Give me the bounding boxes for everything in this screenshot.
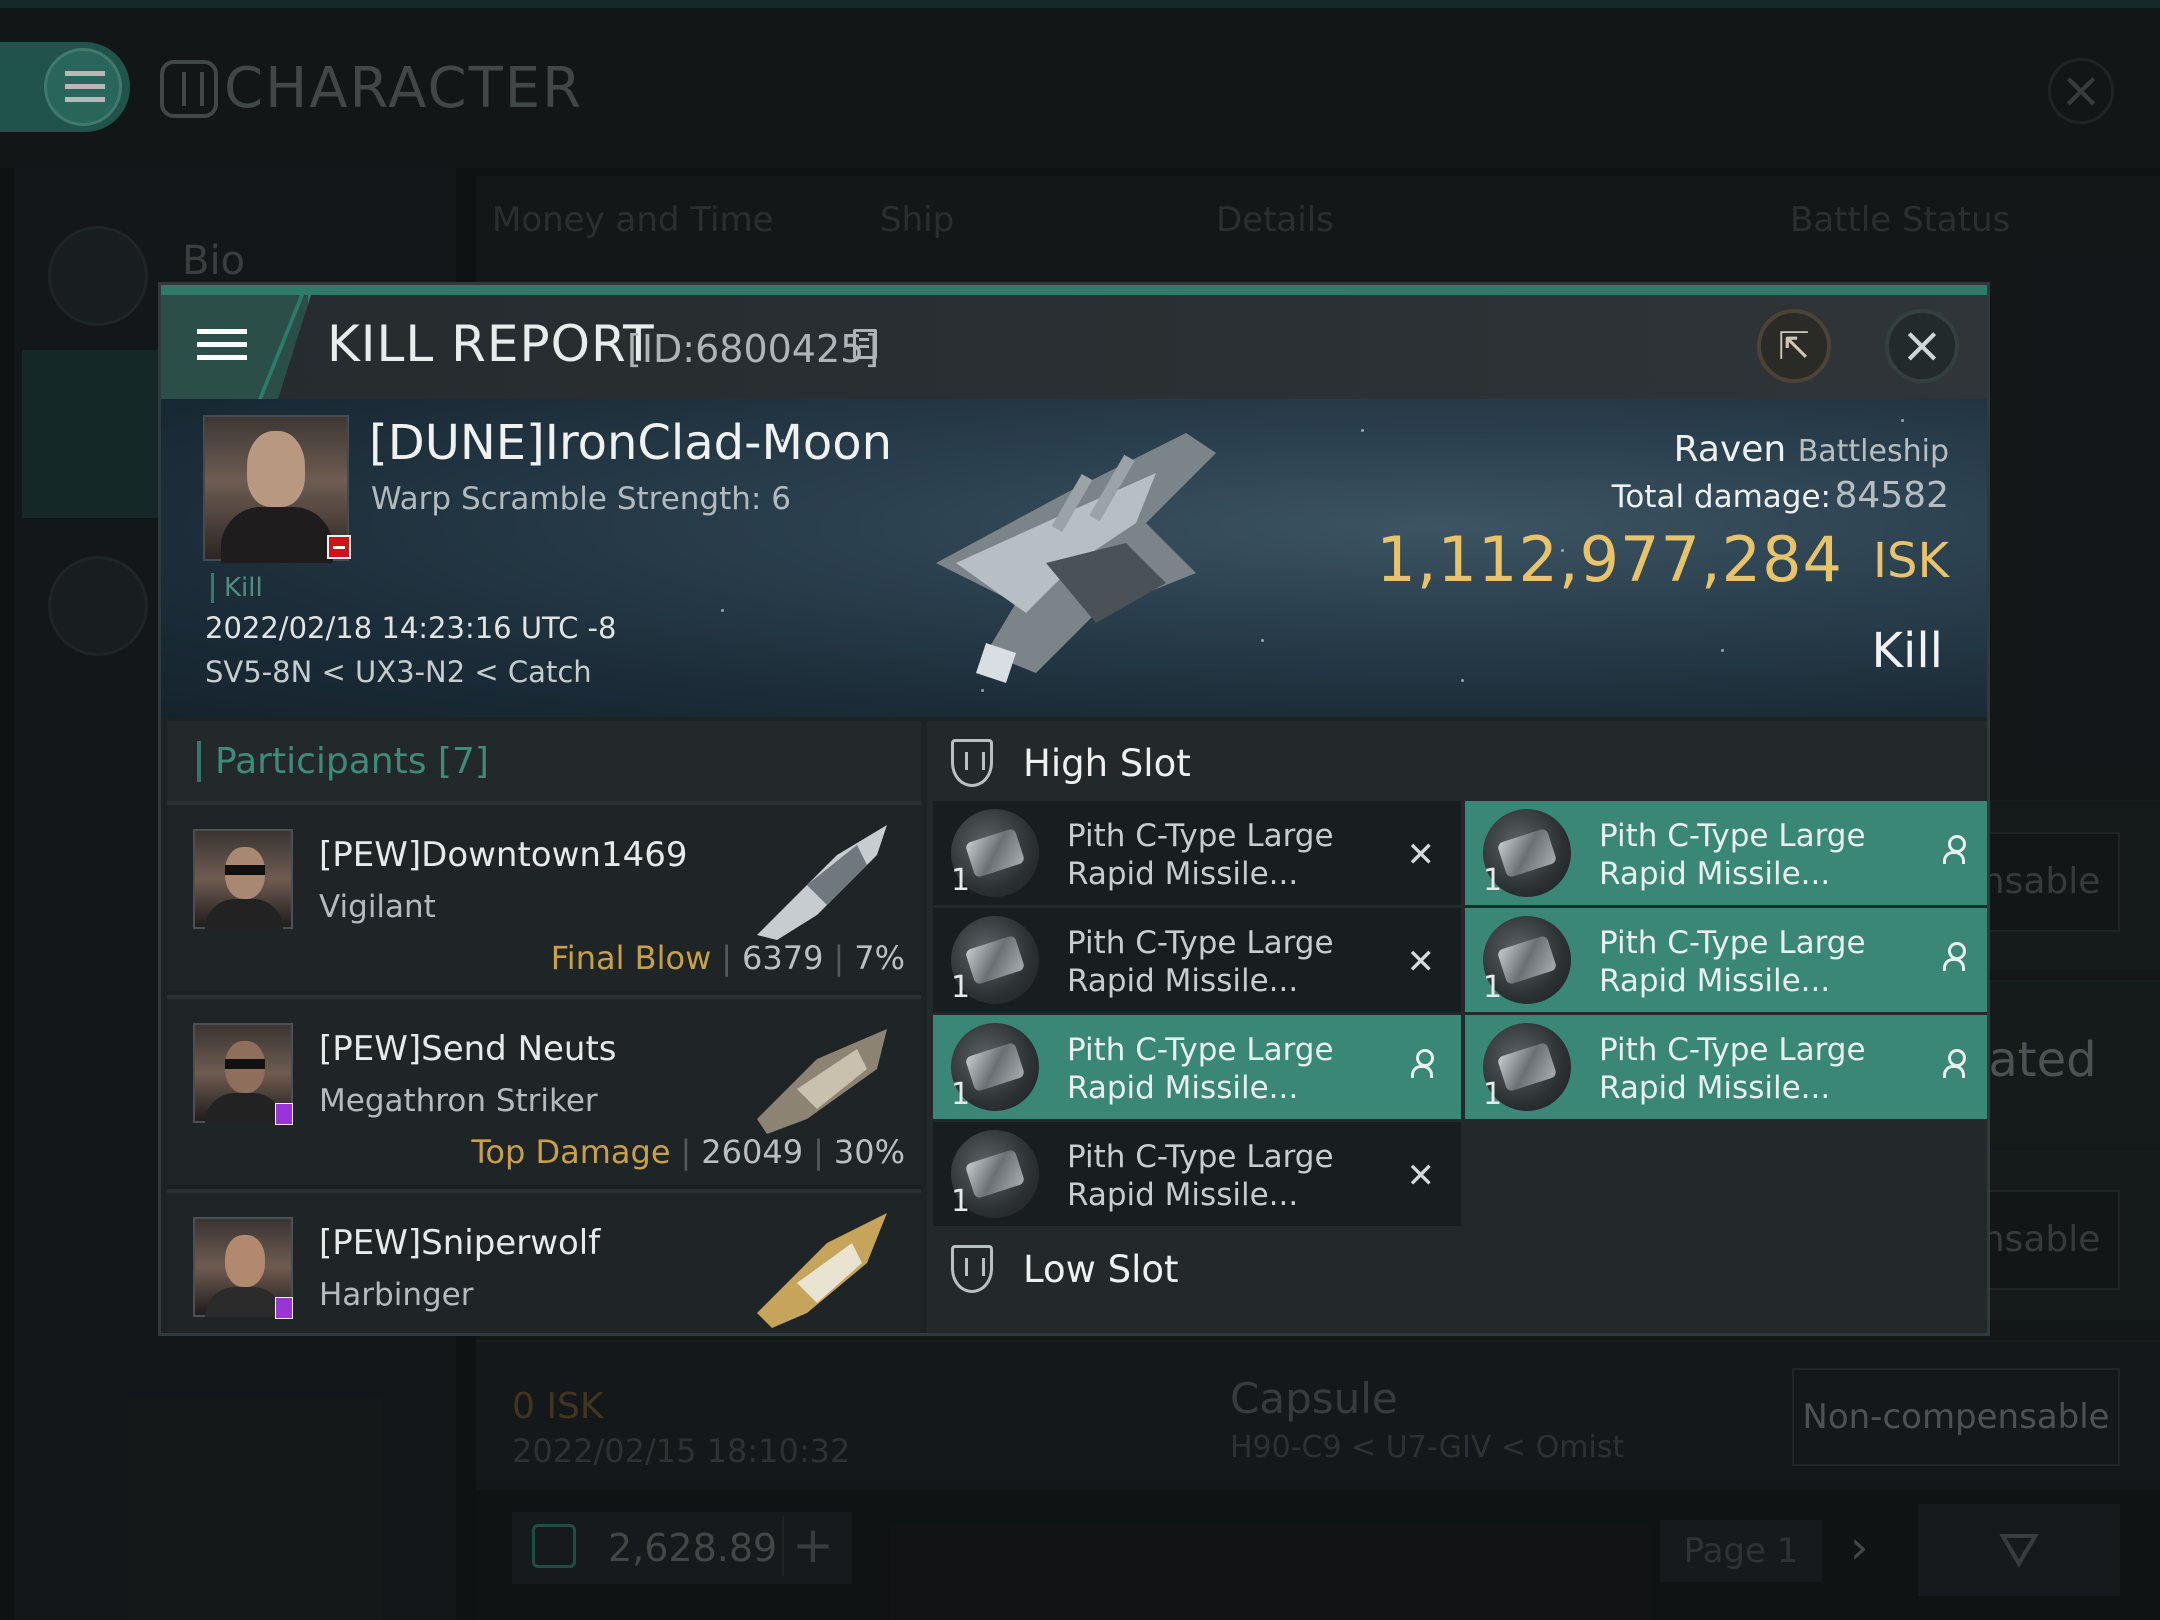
- modal-accent-bar: [161, 285, 1987, 295]
- participant-name[interactable]: [PEW]Send Neuts: [319, 1029, 617, 1069]
- slot-item-name: Pith C-Type Large Rapid Missile...: [1067, 1032, 1334, 1106]
- kill-datetime: 2022/02/18 14:23:16 UTC -8: [205, 611, 617, 645]
- top-damage-tag: Top Damage: [471, 1133, 671, 1171]
- participant-stats: Final Blow | 6379 | 7%: [550, 939, 905, 977]
- raven-ship-image: [936, 433, 1216, 683]
- slot-quantity: 1: [1483, 863, 1503, 898]
- slot-item-name: Pith C-Type Large Rapid Missile...: [1067, 925, 1334, 999]
- slot-item[interactable]: 1 Pith C-Type Large Rapid Missile...: [1465, 801, 1987, 905]
- role-badge-icon: [275, 1103, 293, 1125]
- isk-unit: ISK: [1872, 533, 1949, 589]
- low-slot-header: Low Slot: [951, 1245, 1179, 1293]
- participant-stats: Top Damage | 26049 | 30%: [471, 1133, 905, 1171]
- copy-icon[interactable]: [853, 329, 877, 359]
- share-icon: ⇱: [1778, 324, 1810, 368]
- low-slot-icon: [951, 1245, 993, 1293]
- victim-name[interactable]: [DUNE]IronClad-Moon: [369, 415, 892, 471]
- fitting-panel: High Slot 1 Pith C-Type Large Rapid Missi…: [927, 721, 1990, 1336]
- dropped-person-icon: [1411, 1049, 1434, 1079]
- slot-item[interactable]: 1 Pith C-Type Large Rapid Missile...: [1465, 1015, 1987, 1119]
- slot-item-name: Pith C-Type Large Rapid Missile...: [1599, 925, 1866, 999]
- participant-ship: Harbinger: [319, 1277, 474, 1313]
- megathron-ship-image: [757, 1029, 887, 1134]
- modal-title: KILL REPORT: [327, 315, 655, 373]
- slot-item-name: Pith C-Type Large Rapid Missile...: [1599, 1032, 1866, 1106]
- slot-quantity: 1: [951, 970, 971, 1005]
- participant-row[interactable]: [PEW]Sniperwolf Harbinger: [167, 1189, 921, 1333]
- destroyed-icon: ✕: [1406, 1156, 1436, 1196]
- victim-ship-class: Battleship: [1797, 434, 1949, 469]
- kill-location[interactable]: SV5-8N < UX3-N2 < Catch: [205, 655, 592, 689]
- total-damage-value: 84582: [1834, 475, 1949, 516]
- slot-item[interactable]: 1 Pith C-Type Large Rapid Missile... ✕: [933, 1122, 1461, 1226]
- dropped-person-icon: [1943, 835, 1966, 865]
- harbinger-ship-image: [757, 1213, 887, 1328]
- slot-item-name: Pith C-Type Large Rapid Missile...: [1067, 818, 1334, 892]
- report-type: Kill: [211, 573, 263, 603]
- participants-header: Participants [7]: [167, 721, 921, 801]
- destroyed-icon: ✕: [1406, 942, 1436, 982]
- slot-item[interactable]: [1465, 1333, 1990, 1336]
- isk-value: 1,112,977,284: [1376, 523, 1843, 596]
- high-slot-icon: [951, 739, 993, 787]
- hamburger-icon: [197, 329, 247, 361]
- role-badge-icon: [275, 1297, 293, 1319]
- participant-name[interactable]: [PEW]Sniperwolf: [319, 1223, 600, 1263]
- slot-item[interactable]: 1 Pith C-Type Large Rapid Missile...: [1465, 908, 1987, 1012]
- participant-ship: Megathron Striker: [319, 1083, 598, 1119]
- participant-ship: Vigilant: [319, 889, 436, 925]
- victim-ship-name: Raven: [1673, 429, 1787, 470]
- participant-row[interactable]: [PEW]Send Neuts Megathron Striker Top Da…: [167, 995, 921, 1185]
- participant-row[interactable]: [PEW]Downtown1469 Vigilant Final Blow | 63…: [167, 801, 921, 991]
- dropped-person-icon: [1943, 1049, 1966, 1079]
- dropped-person-icon: [1943, 942, 1966, 972]
- participants-panel: Participants [7] [PEW]Downtown1469 Vigil…: [167, 721, 921, 1333]
- participants-title: Participants [7]: [197, 741, 489, 782]
- slot-quantity: 1: [951, 863, 971, 898]
- total-damage-label: Total damage:: [1611, 479, 1831, 515]
- slot-item[interactable]: 1 Pith C-Type Large Rapid Missile...: [933, 1015, 1461, 1119]
- final-blow-tag: Final Blow: [550, 939, 712, 977]
- participant-percent: 7%: [854, 939, 905, 977]
- high-slot-header: High Slot: [951, 739, 1191, 787]
- slot-item-name: Pith C-Type Large Rapid Missile...: [1067, 1139, 1334, 1213]
- vigilant-ship-image: [757, 825, 887, 940]
- victim-banner: [DUNE]IronClad-Moon Warp Scramble Streng…: [161, 399, 1987, 717]
- report-result: Kill: [1871, 623, 1943, 679]
- participant-damage: 26049: [701, 1133, 804, 1171]
- participant-avatar[interactable]: [193, 829, 293, 929]
- slot-quantity: 1: [1483, 1077, 1503, 1112]
- low-slot-title: Low Slot: [1023, 1247, 1179, 1291]
- participant-percent: 30%: [833, 1133, 905, 1171]
- participant-damage: 6379: [742, 939, 824, 977]
- slot-item[interactable]: [933, 1333, 1461, 1336]
- kill-report-id: [ID:6800425]: [627, 327, 880, 371]
- close-button[interactable]: ×: [1885, 309, 1959, 383]
- slot-quantity: 1: [951, 1077, 971, 1112]
- slot-item-name: Pith C-Type Large Rapid Missile...: [1599, 818, 1866, 892]
- close-icon: ×: [1901, 316, 1943, 374]
- victim-ship[interactable]: Raven Battleship: [1674, 429, 1949, 470]
- participant-name[interactable]: [PEW]Downtown1469: [319, 835, 688, 875]
- slot-quantity: 1: [1483, 970, 1503, 1005]
- kill-report-modal: KILL REPORT [ID:6800425] ⇱ × [DUNE]IronC…: [158, 282, 1990, 1336]
- security-status-icon: [327, 535, 351, 559]
- slot-quantity: 1: [951, 1184, 971, 1219]
- slot-item[interactable]: 1 Pith C-Type Large Rapid Missile... ✕: [933, 908, 1461, 1012]
- warp-scramble-strength: Warp Scramble Strength: 6: [371, 481, 791, 517]
- high-slot-title: High Slot: [1023, 741, 1191, 785]
- slot-item[interactable]: 1 Pith C-Type Large Rapid Missile... ✕: [933, 801, 1461, 905]
- destroyed-icon: ✕: [1406, 835, 1436, 875]
- share-button[interactable]: ⇱: [1757, 309, 1831, 383]
